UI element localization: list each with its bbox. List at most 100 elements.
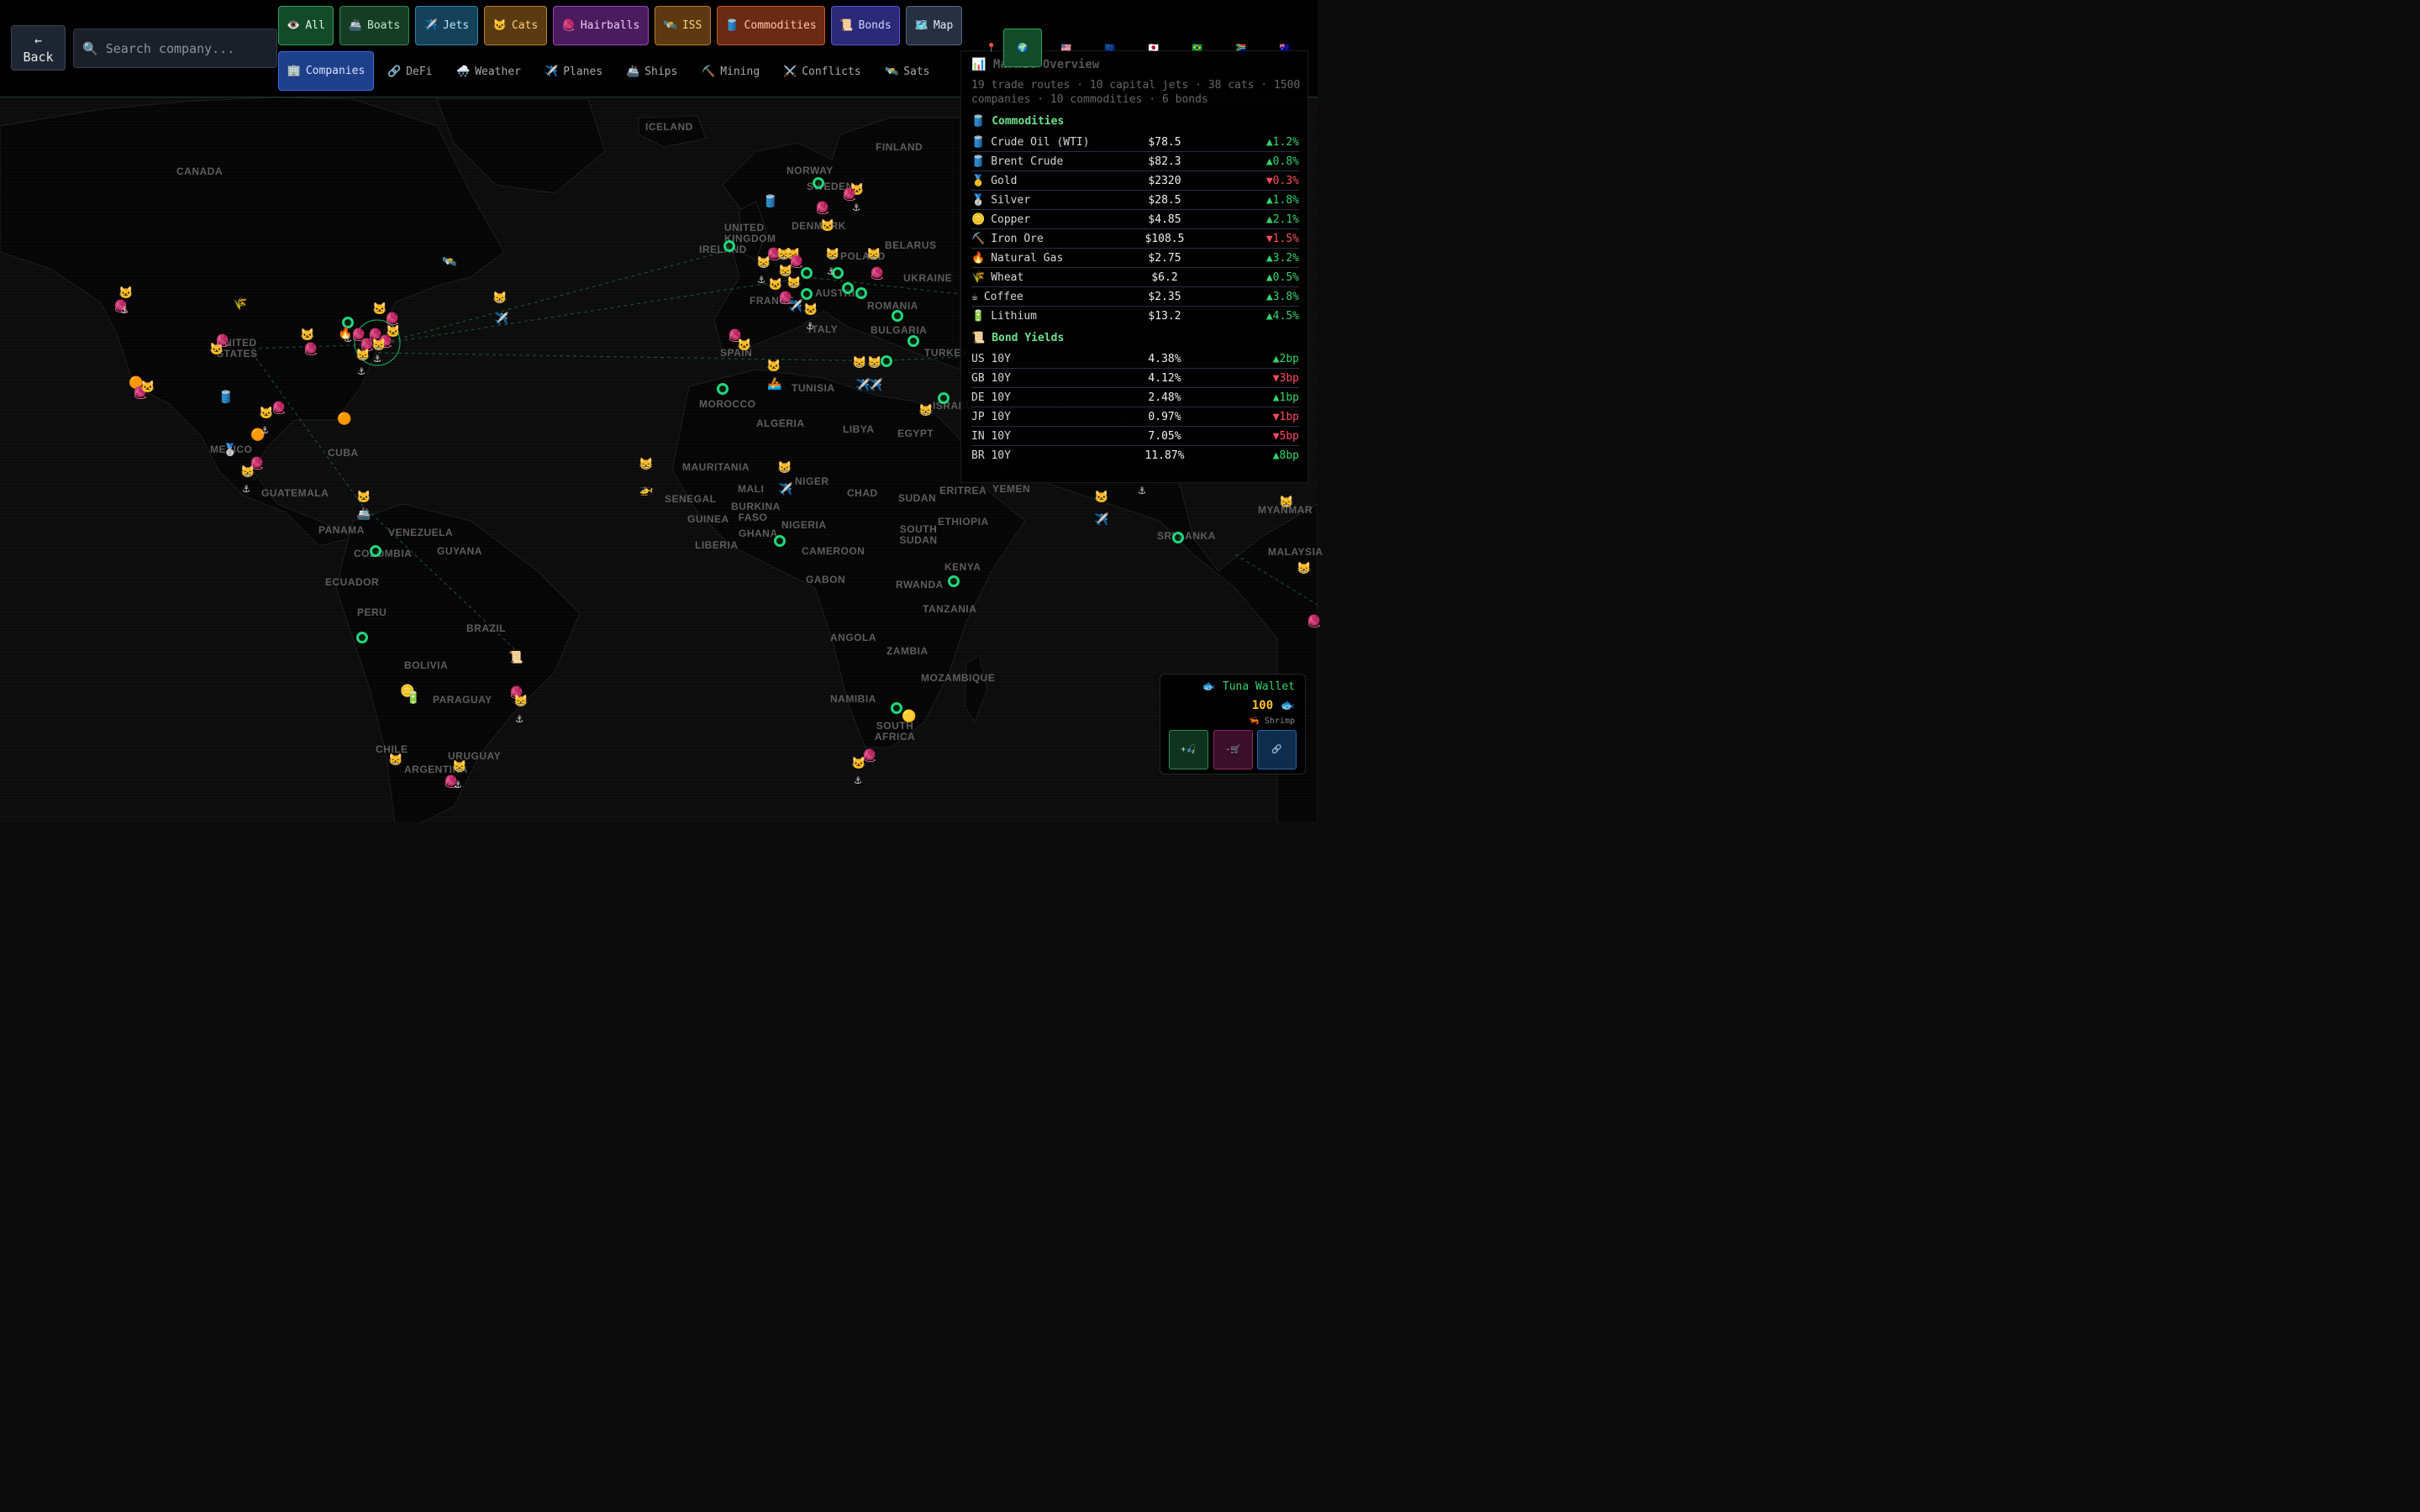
hairball-marker[interactable]: 🧶 <box>215 335 229 349</box>
bond-row[interactable]: US 10Y 4.38% ▲2bp <box>971 349 1299 369</box>
company-marker[interactable] <box>717 383 729 395</box>
cat-marker[interactable]: 😸 <box>388 754 402 768</box>
commodity-row[interactable]: 🔋 Lithium $13.2 ▲4.5% <box>971 307 1299 326</box>
region-br-button[interactable]: 🇧🇷 <box>1178 29 1217 67</box>
jet-marker[interactable]: ✈️ <box>855 380 870 393</box>
jet-marker[interactable]: ✈️ <box>494 313 508 327</box>
jet-marker[interactable]: ✈️ <box>788 301 802 314</box>
cat-marker[interactable]: 😸 <box>918 405 933 418</box>
tab-commodities[interactable]: 🛢️ Commodities <box>717 6 825 45</box>
cat-marker[interactable]: 😸 <box>355 349 370 363</box>
commodity-row[interactable]: 🪙 Copper $4.85 ▲2.1% <box>971 210 1299 229</box>
bond-row[interactable]: DE 10Y 2.48% ▲1bp <box>971 388 1299 407</box>
anchor-marker[interactable]: ⚓ <box>451 779 465 792</box>
jet-marker[interactable]: ✈️ <box>1094 514 1108 528</box>
anchor-marker[interactable]: ⚓ <box>1135 485 1149 498</box>
anchor-marker[interactable]: ⚓ <box>850 202 863 215</box>
spend-button[interactable]: -🛒 <box>1213 730 1253 769</box>
cat-marker[interactable]: 🐱 <box>356 491 371 505</box>
company-marker[interactable] <box>892 310 903 322</box>
tab-defi[interactable]: 🔗 DeFi <box>387 52 433 91</box>
cat-marker[interactable]: 🐱 <box>372 303 387 317</box>
region-eu-button[interactable]: 🇪🇺 <box>1091 29 1129 67</box>
cat-marker[interactable]: 🐱 <box>820 220 834 234</box>
anchor-marker[interactable]: ⚓ <box>371 353 384 366</box>
wheat-marker[interactable]: 🌾 <box>233 298 247 312</box>
bond-row[interactable]: GB 10Y 4.12% ▼3bp <box>971 369 1299 388</box>
company-marker[interactable] <box>774 535 786 547</box>
helicopter-marker[interactable]: 🚁 <box>639 484 653 497</box>
tab-conflicts[interactable]: ⚔️ Conflicts <box>783 52 861 91</box>
company-marker[interactable] <box>948 575 960 587</box>
tab-cats[interactable]: 🐱 Cats <box>484 6 547 45</box>
cat-marker[interactable]: 🐱 <box>851 758 865 771</box>
commodity-row[interactable]: 🥈 Silver $28.5 ▲1.8% <box>971 191 1299 210</box>
jet-marker[interactable]: ✈️ <box>868 380 882 393</box>
region-us-button[interactable]: 🇺🇸 <box>1047 29 1086 67</box>
anchor-marker[interactable]: ⚓ <box>258 424 271 438</box>
tab-sats[interactable]: 🛰️ Sats <box>885 52 930 91</box>
tab-bonds[interactable]: 📜 Bonds <box>831 6 900 45</box>
tab-iss[interactable]: 🛰️ ISS <box>655 6 711 45</box>
company-marker[interactable] <box>801 288 813 300</box>
cat-jet-marker[interactable]: 😸 <box>492 292 507 306</box>
tab-mining[interactable]: ⛏️ Mining <box>702 52 760 91</box>
cat-marker[interactable]: 😸 <box>866 249 881 262</box>
bond-row[interactable]: JP 10Y 0.97% ▼1bp <box>971 407 1299 427</box>
boat-marker[interactable]: 🚣 <box>767 378 781 391</box>
search-field[interactable] <box>73 29 277 68</box>
anchor-marker[interactable]: ⚓ <box>355 365 368 379</box>
tab-hairballs[interactable]: 🧶 Hairballs <box>553 6 649 45</box>
company-marker[interactable] <box>801 267 813 279</box>
cat-marker[interactable]: 🐱 <box>737 339 751 353</box>
hairball-marker[interactable]: 🧶 <box>815 202 829 216</box>
cat-marker[interactable]: 😸 <box>825 249 839 262</box>
hairball-marker[interactable]: 🧶 <box>250 458 264 471</box>
cat-marker[interactable]: 🐱 <box>768 279 782 292</box>
company-marker[interactable] <box>938 392 950 404</box>
cat-marker[interactable]: 😸 <box>756 257 771 270</box>
cat-marker[interactable]: 🐱 <box>259 407 273 421</box>
region-za-button[interactable]: 🇿🇦 <box>1222 29 1260 67</box>
gold-marker[interactable]: 🟡 <box>902 711 916 724</box>
company-marker[interactable] <box>1172 532 1184 543</box>
search-input[interactable] <box>82 40 250 56</box>
region-jp-button[interactable]: 🇯🇵 <box>1134 29 1173 67</box>
commodity-row[interactable]: ☕ Coffee $2.35 ▲3.8% <box>971 287 1299 307</box>
bond-marker[interactable]: 📜 <box>508 652 523 665</box>
jet-marker[interactable]: ✈️ <box>778 484 792 497</box>
company-marker[interactable] <box>813 177 824 189</box>
commodity-row[interactable]: 🌾 Wheat $6.2 ▲0.5% <box>971 268 1299 287</box>
company-marker[interactable] <box>723 240 735 252</box>
commodity-row[interactable]: ⛏️ Iron Ore $108.5 ▼1.5% <box>971 229 1299 249</box>
hairball-marker[interactable]: 🧶 <box>870 268 884 281</box>
cat-marker[interactable]: 😸 <box>371 339 386 353</box>
company-marker[interactable] <box>891 702 902 714</box>
cat-jet-marker[interactable]: 😸 <box>639 459 653 472</box>
bond-row[interactable]: IN 10Y 7.05% ▼5bp <box>971 427 1299 446</box>
company-marker[interactable] <box>855 287 867 299</box>
region-world-button[interactable]: 🌍 <box>1003 29 1042 67</box>
anchor-marker[interactable]: ⚓ <box>803 320 817 333</box>
silver-marker[interactable]: 🥈 <box>223 444 237 458</box>
connect-button[interactable]: 🔗 <box>1257 730 1297 769</box>
back-button[interactable]: ← Back <box>11 25 66 71</box>
boat-marker[interactable]: 🚢 <box>356 508 371 522</box>
anchor-marker[interactable]: ⚓ <box>239 483 253 496</box>
region-au-button[interactable]: 🇦🇺 <box>1265 29 1304 67</box>
anchor-marker[interactable]: ⚓ <box>513 713 526 727</box>
company-marker[interactable] <box>370 545 381 557</box>
tab-companies[interactable]: 🏢 Companies <box>278 51 374 91</box>
bond-row[interactable]: BR 10Y 11.87% ▲8bp <box>971 446 1299 465</box>
copper-marker[interactable]: 🟠 <box>337 413 351 427</box>
cat-marker[interactable]: 🐱 <box>118 287 133 301</box>
cat-marker[interactable]: 😸 <box>1279 496 1293 510</box>
cat-marker[interactable]: 😸 <box>513 696 528 709</box>
tab-jets[interactable]: ✈️ Jets <box>415 6 478 45</box>
hairball-marker[interactable]: 🧶 <box>1307 616 1321 629</box>
cat-marker[interactable]: 🐱 <box>1094 491 1108 505</box>
earn-button[interactable]: +🎣 <box>1169 730 1208 769</box>
cat-marker[interactable]: 🐱 <box>140 381 155 395</box>
tab-planes[interactable]: ✈️ Planes <box>544 52 602 91</box>
cat-marker[interactable]: 😸 <box>786 277 801 291</box>
